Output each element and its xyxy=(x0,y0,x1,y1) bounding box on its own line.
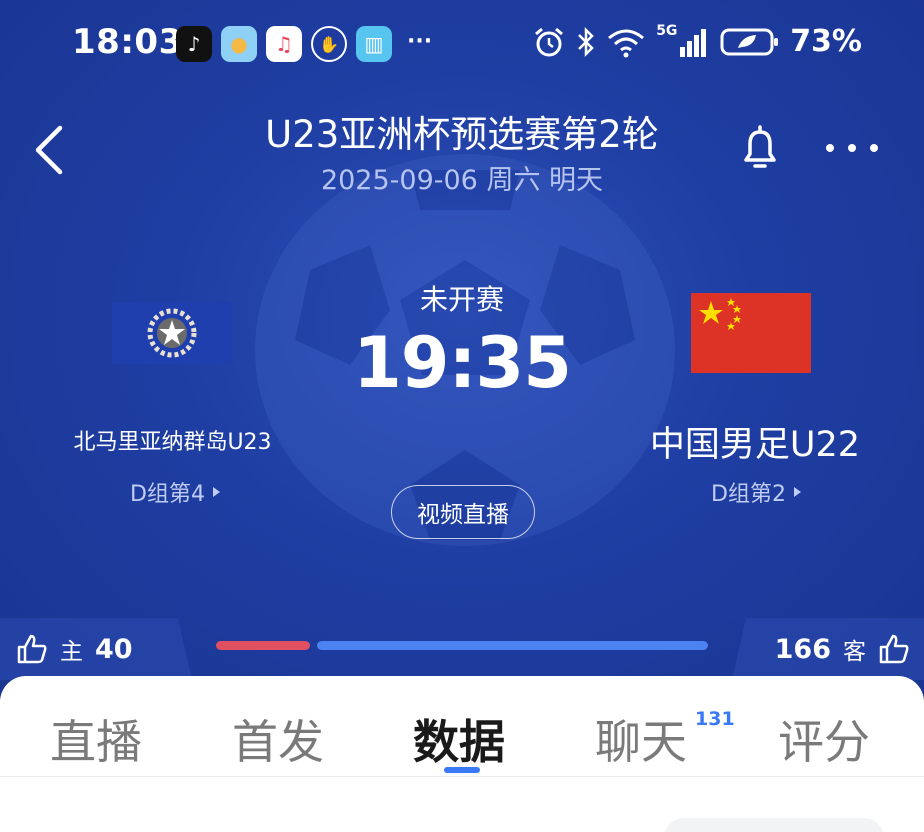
away-like-button[interactable]: 166 客 xyxy=(732,618,924,680)
hand-icon: ✋ xyxy=(311,26,347,62)
away-like-label: 客 xyxy=(843,639,866,665)
home-team-rank[interactable]: D组第4 xyxy=(130,476,220,508)
thumbs-up-icon xyxy=(879,634,909,664)
music-icon: ♫ xyxy=(266,26,302,62)
status-time: 18:03 xyxy=(72,22,183,62)
home-team-name[interactable]: 北马里亚纳群岛U23 xyxy=(0,424,345,456)
tab-bar: 直播 首发 数据 聊天 131 评分 xyxy=(0,676,924,776)
tab-data[interactable]: 数据 xyxy=(413,706,505,772)
tab-chat[interactable]: 聊天 xyxy=(595,706,687,772)
content-panel: 直播 首发 数据 聊天 131 评分 xyxy=(0,676,924,832)
weather-icon: ● xyxy=(221,26,257,62)
wifi-icon xyxy=(608,29,645,57)
section-toggle[interactable] xyxy=(664,818,884,832)
network-type-label: 5G xyxy=(656,22,678,39)
home-like-label: 主 xyxy=(60,639,83,665)
home-rank-label: D组第4 xyxy=(130,482,205,507)
chevron-right-icon xyxy=(793,487,801,497)
away-rank-label: D组第2 xyxy=(711,482,786,507)
thumbs-up-icon xyxy=(17,634,47,664)
live-video-button[interactable]: 视频直播 xyxy=(391,485,535,539)
notification-icons: ♪ ● ♫ ✋ ▥ ··· xyxy=(176,26,432,62)
away-like-count: 166 xyxy=(774,633,831,665)
home-support-bar xyxy=(216,641,310,650)
cellular-signal-icon: 5G xyxy=(656,22,710,59)
bluetooth-icon xyxy=(578,26,594,57)
page-title: U23亚洲杯预选赛第2轮 xyxy=(265,113,659,156)
alarm-icon xyxy=(535,27,564,56)
tab-divider xyxy=(0,776,924,777)
bell-icon[interactable] xyxy=(738,124,782,172)
tab-live[interactable]: 直播 xyxy=(50,706,142,772)
status-bar: 18:03 ♪ ● ♫ ✋ ▥ ··· 5G 73% xyxy=(0,0,924,88)
system-icons: 5G 73% xyxy=(532,22,862,59)
home-like-count: 40 xyxy=(95,633,133,665)
chevron-right-icon xyxy=(212,487,220,497)
more-menu-button[interactable] xyxy=(824,138,880,158)
china-flag-icon xyxy=(699,298,741,330)
active-tab-indicator xyxy=(444,767,480,773)
tab-rating[interactable]: 评分 xyxy=(778,706,870,772)
away-team-flag[interactable] xyxy=(691,293,811,373)
chat-badge: 131 xyxy=(695,708,735,730)
tiktok-icon: ♪ xyxy=(176,26,212,62)
home-like-button[interactable]: 主 40 xyxy=(0,618,192,680)
book-icon: ▥ xyxy=(356,26,392,62)
away-team-name[interactable]: 中国男足U22 xyxy=(620,416,890,467)
battery-percent: 73% xyxy=(790,24,862,59)
tab-lineup[interactable]: 首发 xyxy=(232,706,324,772)
more-notifications-icon: ··· xyxy=(407,28,433,54)
away-support-bar xyxy=(317,641,708,650)
battery-icon xyxy=(720,28,779,55)
match-date: 2025-09-06 周六 明天 xyxy=(320,165,604,196)
away-team-rank[interactable]: D组第2 xyxy=(711,476,801,508)
